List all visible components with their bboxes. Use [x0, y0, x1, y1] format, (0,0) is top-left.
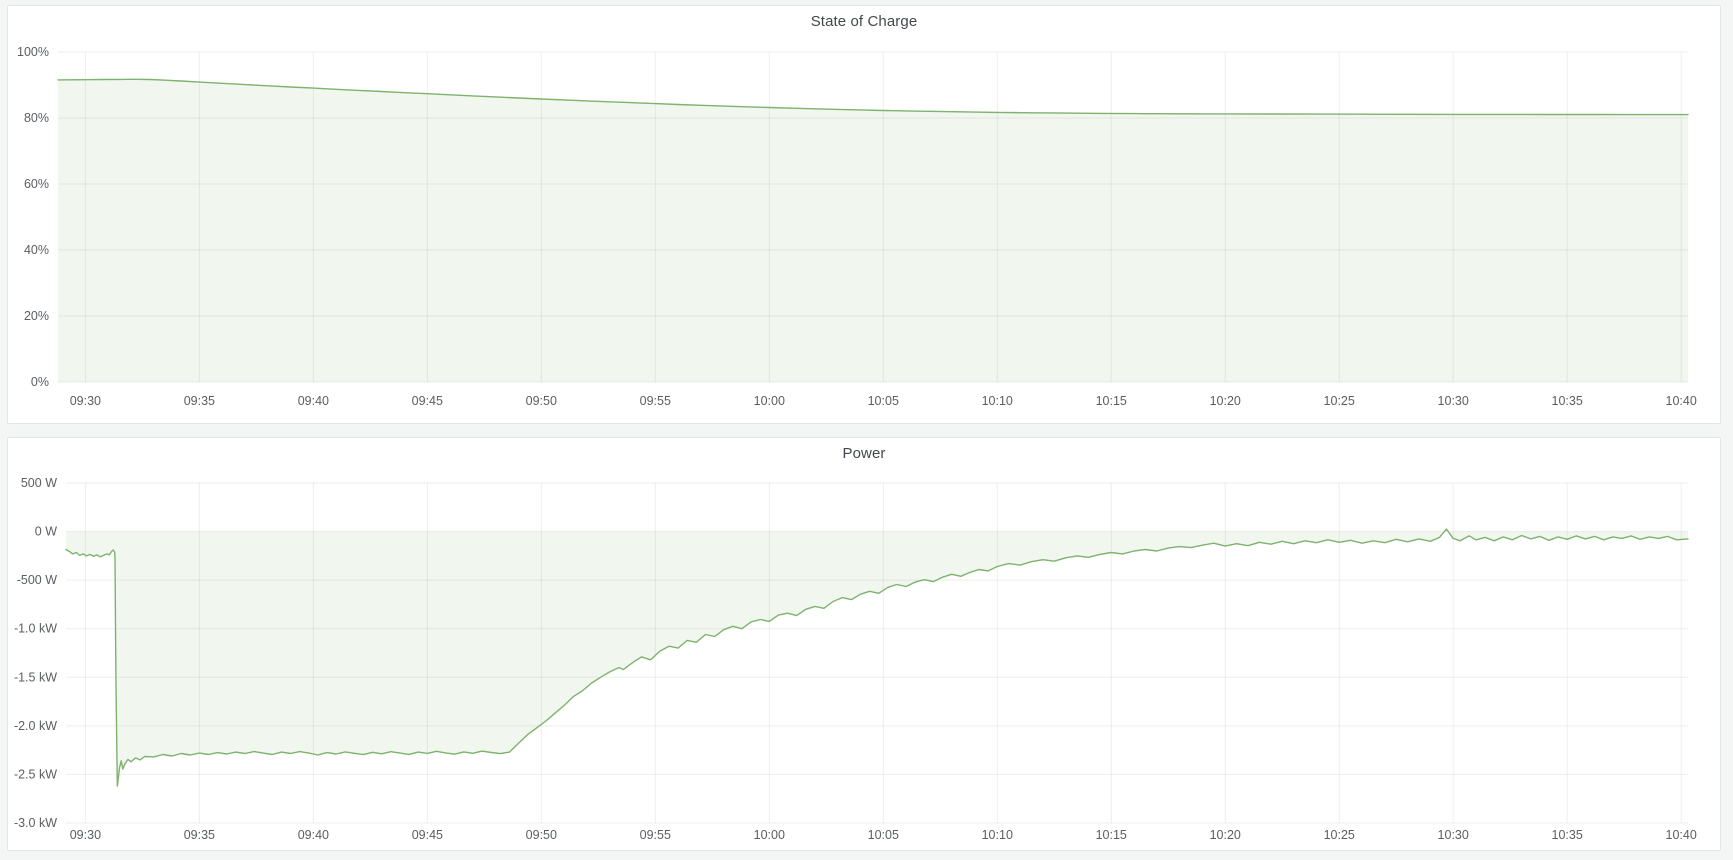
- svg-text:10:15: 10:15: [1096, 828, 1127, 842]
- svg-text:-500 W: -500 W: [17, 573, 57, 587]
- x-axis-tick-labels: 09:30 09:35 09:40 09:45 09:50 09:55 10:00 10:05…: [70, 394, 1697, 408]
- panel-state-of-charge: State of Charge 09:3009:3509:4009:4509:5…: [7, 5, 1721, 424]
- svg-text:10:05: 10:05: [868, 394, 899, 408]
- svg-text:-2.0 kW: -2.0 kW: [14, 719, 57, 733]
- svg-text:10:10: 10:10: [982, 828, 1013, 842]
- svg-text:10:20: 10:20: [1210, 828, 1241, 842]
- svg-text:09:45: 09:45: [412, 828, 443, 842]
- svg-text:10:05: 10:05: [868, 828, 899, 842]
- svg-text:-2.5 kW: -2.5 kW: [14, 767, 57, 781]
- svg-text:09:35: 09:35: [184, 828, 215, 842]
- y-axis-tick-labels: 500 W 0 W -500 W -1.0 kW -1.5 kW -2.0 kW -2.5 …: [14, 476, 57, 830]
- svg-text:09:30: 09:30: [70, 828, 101, 842]
- svg-text:09:50: 09:50: [526, 828, 557, 842]
- svg-text:10:35: 10:35: [1552, 828, 1583, 842]
- svg-text:10:10: 10:10: [982, 394, 1013, 408]
- svg-text:09:40: 09:40: [298, 394, 329, 408]
- svg-text:100%: 100%: [17, 45, 49, 59]
- y-axis-tick-labels: 0% 20% 40% 60% 80% 100%: [17, 45, 49, 389]
- svg-text:10:15: 10:15: [1096, 394, 1127, 408]
- svg-text:10:30: 10:30: [1438, 828, 1469, 842]
- svg-text:20%: 20%: [24, 309, 49, 323]
- svg-text:09:45: 09:45: [412, 394, 443, 408]
- svg-text:40%: 40%: [24, 243, 49, 257]
- svg-text:500 W: 500 W: [21, 476, 57, 490]
- svg-text:-1.0 kW: -1.0 kW: [14, 622, 57, 636]
- svg-text:10:00: 10:00: [754, 394, 785, 408]
- state-of-charge-chart-canvas[interactable]: 09:30 09:35 09:40 09:45 09:50 09:55 10:00 10:05…: [8, 6, 1720, 423]
- power-chart-canvas[interactable]: 09:30 09:35 09:40 09:45 09:50 09:55 10:00 10:05…: [8, 438, 1720, 850]
- svg-text:0%: 0%: [31, 375, 49, 389]
- svg-text:10:25: 10:25: [1324, 828, 1355, 842]
- x-axis-tick-labels: 09:30 09:35 09:40 09:45 09:50 09:55 10:00 10:05…: [70, 828, 1697, 842]
- svg-text:60%: 60%: [24, 177, 49, 191]
- svg-text:-1.5 kW: -1.5 kW: [14, 670, 57, 684]
- panel-power: Power 09:3009:3509:4009:4509:5009:5510:0…: [7, 437, 1721, 851]
- svg-text:10:35: 10:35: [1552, 394, 1583, 408]
- svg-text:09:50: 09:50: [526, 394, 557, 408]
- svg-text:0 W: 0 W: [35, 525, 57, 539]
- series-area-fill: [66, 529, 1688, 786]
- svg-text:10:40: 10:40: [1666, 828, 1697, 842]
- svg-text:09:55: 09:55: [640, 828, 671, 842]
- svg-text:09:40: 09:40: [298, 828, 329, 842]
- svg-text:09:55: 09:55: [640, 394, 671, 408]
- svg-text:10:00: 10:00: [754, 828, 785, 842]
- svg-text:10:40: 10:40: [1666, 394, 1697, 408]
- svg-text:10:20: 10:20: [1210, 394, 1241, 408]
- svg-text:10:30: 10:30: [1438, 394, 1469, 408]
- svg-text:09:30: 09:30: [70, 394, 101, 408]
- svg-text:80%: 80%: [24, 111, 49, 125]
- series-area-fill: [58, 79, 1688, 382]
- svg-text:-3.0 kW: -3.0 kW: [14, 816, 57, 830]
- svg-text:10:25: 10:25: [1324, 394, 1355, 408]
- svg-text:09:35: 09:35: [184, 394, 215, 408]
